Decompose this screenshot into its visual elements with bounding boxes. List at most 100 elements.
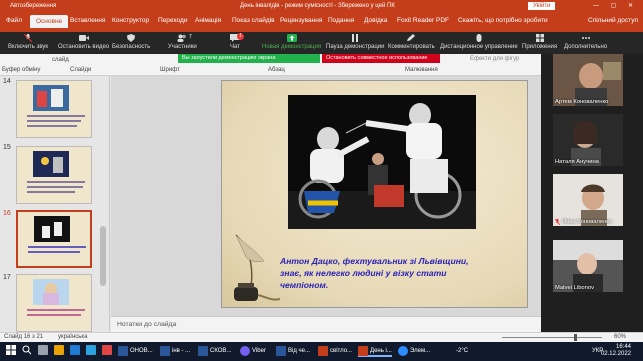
- participant-name: Артем Коноваленко: [555, 99, 609, 105]
- group-paragraph: Абзац: [268, 67, 285, 73]
- thumb-photo: [33, 151, 69, 177]
- participants-button[interactable]: Участники: [168, 34, 197, 50]
- remote-control-button[interactable]: Дистанционное управление: [440, 34, 518, 50]
- language-indicator[interactable]: українська: [58, 334, 88, 340]
- tab-design[interactable]: Конструктор: [112, 17, 149, 24]
- microphone-muted-icon: [23, 34, 33, 42]
- thumb-photo: [34, 216, 70, 242]
- pause-share-button[interactable]: Пауза демонстрации: [326, 34, 385, 50]
- share-button[interactable]: Спільний доступ: [588, 17, 638, 24]
- security-button[interactable]: Безопасность: [112, 34, 150, 50]
- slide-caption[interactable]: Антон Дацко, фехтувальник зі Львівщини, …: [280, 255, 476, 291]
- slide-canvas[interactable]: Антон Дацко, фехтувальник зі Львівщини, …: [221, 80, 528, 308]
- thumb-photo: [33, 85, 69, 111]
- sign-in-button[interactable]: Увійти: [528, 2, 556, 10]
- video-tile[interactable]: Matvei Libonov: [553, 240, 623, 292]
- taskbar-word-window[interactable]: ОНОВ...: [118, 346, 153, 357]
- group-slides: Слайди: [70, 67, 92, 73]
- zoom-level[interactable]: 60%: [614, 334, 626, 340]
- tell-me-search[interactable]: Скажіть, що потрібно зробити: [458, 17, 548, 24]
- taskbar-viber-window[interactable]: Viber: [240, 346, 266, 357]
- tab-home[interactable]: Основне: [30, 15, 69, 28]
- taskbar-word-window[interactable]: інв - ...: [160, 346, 190, 357]
- tab-insert[interactable]: Вставлення: [70, 17, 106, 24]
- notes-pane[interactable]: Нотатки до слайда: [111, 316, 541, 332]
- chat-label: Чат: [230, 44, 240, 50]
- taskbar-app[interactable]: [54, 345, 64, 356]
- slide-thumbnails-pane: 14 15 16 17: [0, 76, 110, 332]
- tab-foxit[interactable]: Foxit Reader PDF: [397, 17, 449, 24]
- slide-thumbnail-14[interactable]: [16, 80, 92, 138]
- tab-review[interactable]: Рецензування: [280, 17, 322, 24]
- word-icon: [198, 346, 208, 356]
- window-controls[interactable]: — ▢ ✕: [593, 2, 638, 9]
- thumb-text-line: [27, 120, 81, 122]
- new-slide-dropdown[interactable]: слайд: [52, 57, 69, 63]
- taskbar-word-window[interactable]: Від че...: [276, 346, 310, 357]
- taskbar-search-icon[interactable]: [22, 345, 32, 356]
- remote-control-label: Дистанционное управление: [440, 44, 518, 50]
- thumb-text-line: [28, 246, 86, 248]
- windows-icon: [6, 345, 16, 355]
- thumb-number: 16: [3, 210, 11, 217]
- search-icon: [22, 345, 32, 355]
- video-tile[interactable]: Иван Коноваленко: [553, 174, 623, 226]
- annotate-button[interactable]: Комментировать: [388, 34, 435, 50]
- participants-count: 7: [189, 34, 192, 40]
- more-button[interactable]: Дополнительно: [564, 34, 607, 50]
- taskbar-zoom-window[interactable]: Элем...: [398, 346, 430, 357]
- taskbar-label: СКОВ...: [210, 348, 232, 354]
- unmute-button[interactable]: Включить звук: [8, 34, 48, 50]
- new-share-button[interactable]: Новая демонстрация: [262, 34, 321, 50]
- thumb-number: 17: [3, 274, 11, 281]
- remote-control-icon: [476, 34, 482, 42]
- slide-thumbnail-15[interactable]: [16, 146, 92, 204]
- wheelchair-fencing-photo[interactable]: [288, 95, 476, 229]
- file-explorer-icon: [54, 345, 64, 355]
- tab-transitions[interactable]: Переходи: [158, 17, 187, 24]
- more-label: Дополнительно: [564, 44, 608, 50]
- thumb-photo: [33, 279, 69, 305]
- tab-help[interactable]: Довідка: [364, 17, 387, 24]
- zoom-slider[interactable]: [502, 337, 602, 338]
- stop-share-button[interactable]: Остановить совместное использование: [322, 54, 440, 63]
- thumb-text-line: [27, 115, 85, 117]
- start-button[interactable]: [6, 345, 16, 356]
- taskbar-powerpoint-window[interactable]: День і...: [358, 346, 392, 357]
- system-clock[interactable]: 16:44 02.12.2022: [601, 344, 631, 358]
- taskbar-app[interactable]: [86, 345, 96, 356]
- stop-video-button[interactable]: Остановить видео: [58, 34, 109, 50]
- tab-file[interactable]: Файл: [6, 17, 22, 24]
- apps-label: Приложения: [522, 44, 558, 50]
- chat-badge: 1: [237, 33, 244, 40]
- tab-animations[interactable]: Анімація: [195, 17, 221, 24]
- annotate-label: Комментировать: [388, 44, 435, 50]
- autosave-toggle[interactable]: Автозбереження: [10, 3, 56, 9]
- taskbar-powerpoint-window[interactable]: світло...: [318, 346, 352, 357]
- weather-temperature[interactable]: -2°C: [456, 348, 468, 354]
- taskbar-app[interactable]: [38, 345, 48, 356]
- security-label: Безопасность: [112, 44, 151, 50]
- tab-slide-show[interactable]: Показ слайдів: [232, 17, 275, 24]
- zoom-meeting-toolbar: Включить звук Остановить видео Безопасно…: [0, 32, 643, 54]
- participant-name: Matvei Libonov: [555, 285, 594, 291]
- thumbnails-scrollbar[interactable]: [100, 226, 106, 286]
- windows-taskbar: ОНОВ... інв - ... СКОВ... Viber Від че..…: [0, 342, 643, 361]
- tab-view[interactable]: Подання: [328, 17, 354, 24]
- slide-thumbnail-16[interactable]: [16, 210, 92, 268]
- taskbar-app[interactable]: [102, 345, 112, 356]
- video-tile[interactable]: Артем Коноваленко: [553, 54, 623, 106]
- video-tile[interactable]: Наталя Анучина: [553, 114, 623, 166]
- annotate-icon: [407, 34, 416, 41]
- taskbar-label: світло...: [330, 348, 353, 354]
- powerpoint-window: Автозбереження День інвалідів - режим су…: [0, 0, 643, 361]
- powerpoint-icon: [358, 346, 368, 356]
- apps-button[interactable]: Приложения: [522, 34, 557, 50]
- taskbar-app[interactable]: [70, 345, 80, 356]
- shape-effects-button[interactable]: Ефекти для фігур: [470, 56, 519, 62]
- thumb-text-line: [27, 314, 81, 316]
- zoom-slider-knob[interactable]: [574, 334, 577, 341]
- taskbar-word-window[interactable]: СКОВ...: [198, 346, 231, 357]
- slide-thumbnail-17[interactable]: [16, 274, 92, 332]
- group-clipboard: Буфер обміну: [2, 67, 41, 73]
